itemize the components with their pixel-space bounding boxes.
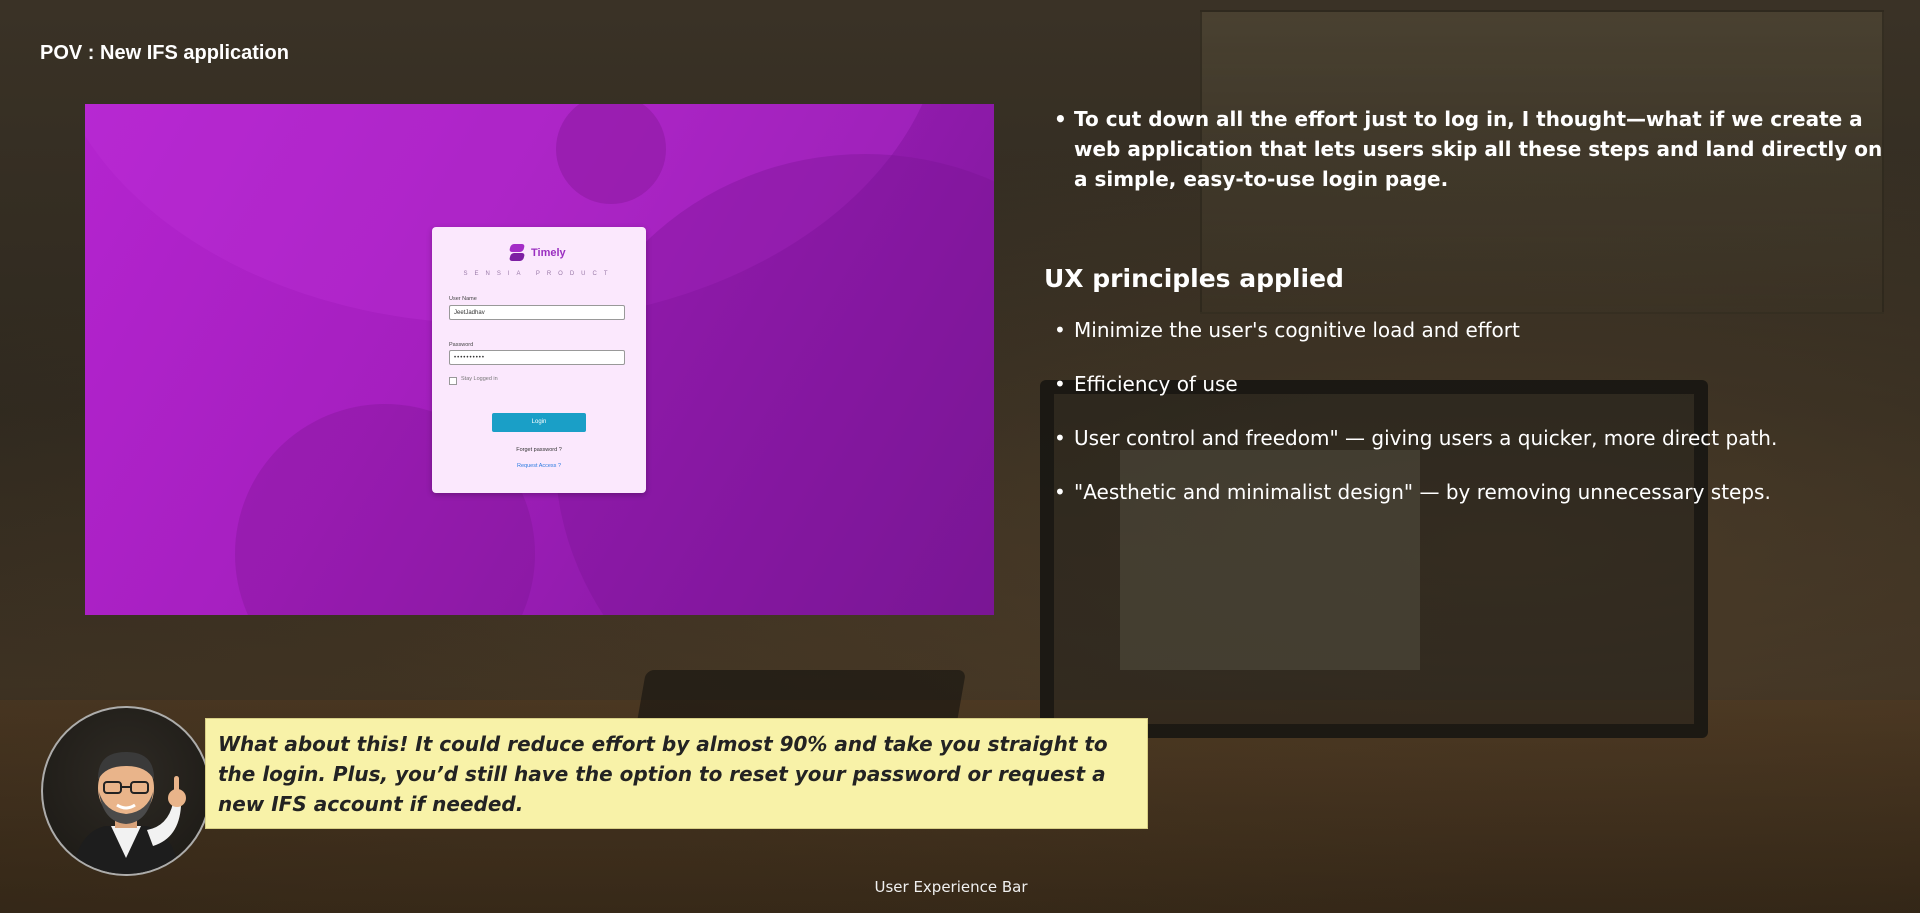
stay-logged-in-checkbox[interactable] — [449, 377, 457, 385]
principle-item: Efficiency of use — [1044, 369, 1884, 399]
password-label: Password — [449, 342, 474, 348]
ux-principles-heading: UX principles applied — [1044, 264, 1344, 293]
avatar — [41, 706, 211, 876]
page-title: POV : New IFS application — [40, 42, 289, 64]
login-mockup: Timely SENSIA PRODUCT User Name JeetJadh… — [85, 104, 994, 615]
brand-name: Timely — [531, 247, 566, 259]
avatar-icon — [73, 752, 186, 874]
username-input[interactable]: JeetJadhav — [449, 305, 625, 320]
intro-text: To cut down all the effort just to log i… — [1044, 104, 1884, 194]
stay-logged-in-label: Stay Logged in — [461, 376, 498, 382]
forgot-password-link[interactable]: Forget password ? — [432, 447, 646, 453]
brand-tagline: SENSIA PRODUCT — [463, 271, 615, 277]
brand-logo: Timely — [508, 244, 566, 262]
principles-list: Minimize the user's cognitive load and e… — [1044, 315, 1884, 507]
password-input[interactable]: •••••••••• — [449, 350, 625, 365]
request-access-link[interactable]: Request Access ? — [432, 463, 646, 469]
login-card: Timely SENSIA PRODUCT User Name JeetJadh… — [432, 227, 646, 493]
principle-item: "Aesthetic and minimalist design" — by r… — [1044, 477, 1884, 507]
login-button[interactable]: Login — [492, 413, 586, 432]
content-column: To cut down all the effort just to log i… — [1044, 104, 1884, 531]
timely-logo-icon — [508, 244, 526, 262]
intro-list: To cut down all the effort just to log i… — [1044, 104, 1884, 194]
footer-text: User Experience Bar — [874, 878, 1028, 896]
speech-bubble: What about this! It could reduce effort … — [205, 718, 1148, 829]
username-label: User Name — [449, 296, 477, 302]
principle-item: User control and freedom" — giving users… — [1044, 423, 1884, 453]
principle-item: Minimize the user's cognitive load and e… — [1044, 315, 1884, 345]
